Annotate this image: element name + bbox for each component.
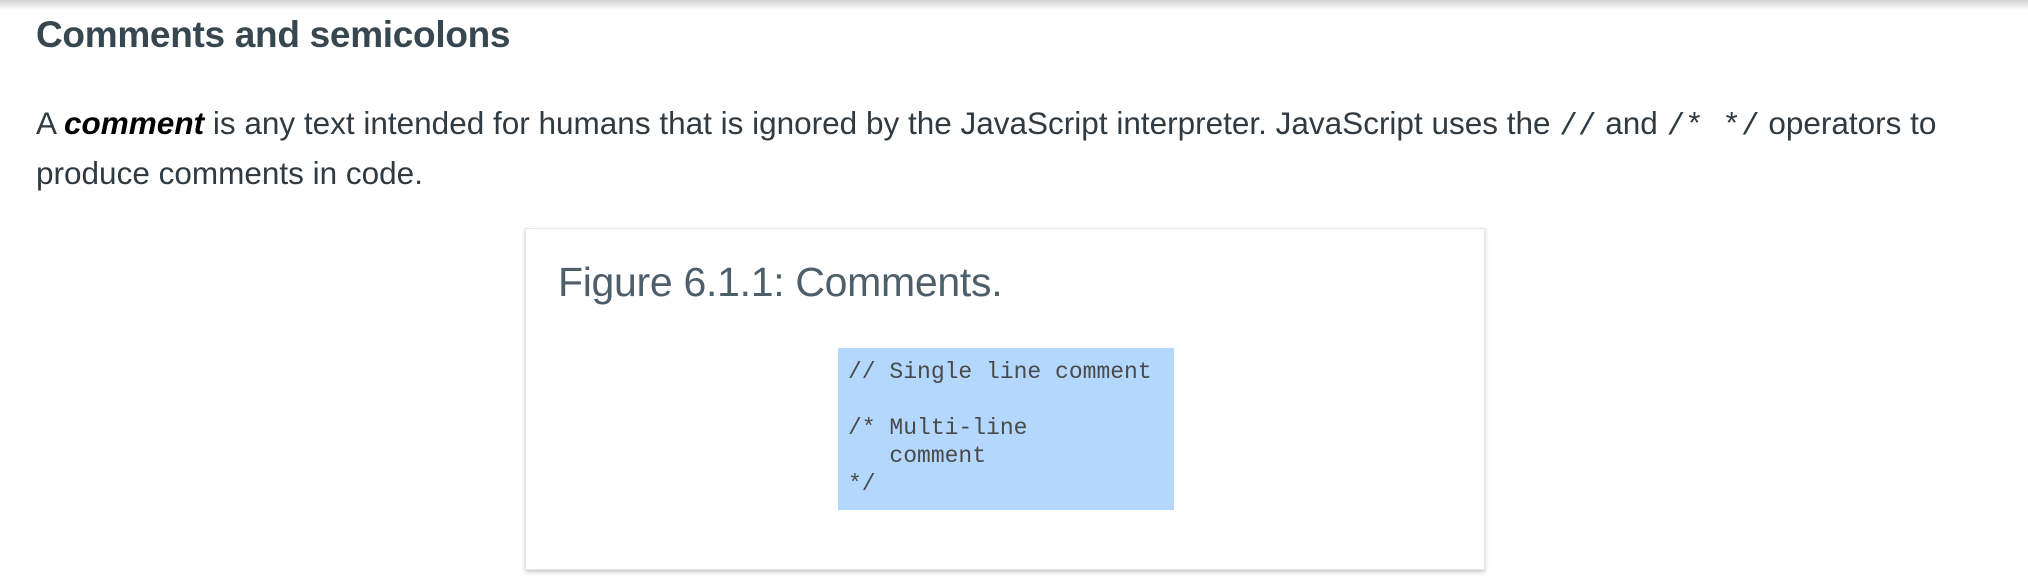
figure-comments: Figure 6.1.1: Comments. // Single line c… xyxy=(525,228,1485,570)
paragraph-text-1: A xyxy=(36,105,65,141)
top-shadow xyxy=(0,0,2028,10)
comment-paragraph: A comment is any text intended for human… xyxy=(36,100,1996,196)
inline-code-multi-line-operator: /* */ xyxy=(1666,109,1760,144)
inline-code-single-line-operator: // xyxy=(1559,109,1597,144)
section-heading: Comments and semicolons xyxy=(36,14,511,55)
paragraph-text-2: is any text intended for humans that is … xyxy=(204,105,1560,141)
figure-caption: Figure 6.1.1: Comments. xyxy=(558,259,1003,305)
term-comment: comment xyxy=(64,105,205,141)
code-example-block: // Single line comment /* Multi-line com… xyxy=(838,348,1174,510)
paragraph-text-3: and xyxy=(1596,105,1667,141)
